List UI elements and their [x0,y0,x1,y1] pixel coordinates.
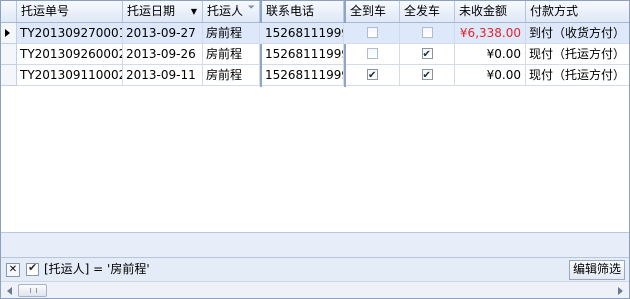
cell-all-arrived[interactable] [346,65,400,86]
cell-pay-method[interactable]: 现付（托运方付） [526,65,629,86]
scrollbar-thumb[interactable] [18,284,47,297]
scroll-right-arrow-icon[interactable] [618,287,623,295]
cell-pay-method[interactable]: 现付（托运方付） [526,44,629,65]
cell-all-dispatched[interactable] [400,44,455,65]
cell-ship-date[interactable]: 2013-09-26 [123,44,203,65]
column-label: 全发车 [404,4,441,18]
cell-shipper[interactable]: 房前程 [203,65,260,86]
cell-all-arrived[interactable] [346,44,400,65]
filter-expression[interactable]: [托运人] = '房前程' [44,258,150,281]
cell-order-no[interactable]: TY201309270001 [17,23,123,44]
cell-unpaid[interactable]: ¥0.00 [455,65,526,86]
column-label: 托运单号 [21,4,70,18]
all-arrived-checkbox[interactable] [367,27,378,38]
edit-filter-button[interactable]: 编辑筛选 [568,260,625,280]
column-label: 全到车 [350,4,387,18]
column-header-all-dispatched[interactable]: 全发车 [400,1,455,22]
column-header-phone[interactable]: 联系电话 [262,1,344,22]
grid-header: 托运单号 托运日期 ▼ 托运人 ⏷ 联系电话 全到车 全发车 未收金额 付款方式 [1,1,629,23]
column-header-order-no[interactable]: 托运单号 [17,1,123,22]
row-indicator[interactable] [1,44,17,65]
filter-panel: ✕ [托运人] = '房前程' 编辑筛选 [1,257,629,281]
cell-shipper[interactable]: 房前程 [203,44,260,65]
column-label: 付款方式 [530,4,579,18]
all-dispatched-checkbox[interactable] [421,66,433,85]
cell-phone[interactable]: 15268111999 [262,44,344,65]
column-label: 托运日期 [127,4,176,18]
filter-funnel-icon[interactable]: ⏷ [248,1,255,19]
all-arrived-checkbox[interactable] [367,66,378,85]
data-grid: 托运单号 托运日期 ▼ 托运人 ⏷ 联系电话 全到车 全发车 未收金额 付款方式 T… [0,0,630,299]
cell-all-arrived[interactable] [346,23,400,44]
column-label: 未收金额 [459,4,508,18]
table-row[interactable]: TY201309110002 2013-09-11 房前程 1526811199… [1,65,629,86]
table-row[interactable]: TY201309270001 2013-09-27 房前程 1526811199… [1,23,629,44]
row-indicator[interactable] [1,65,17,86]
table-row[interactable]: TY201309260002 2013-09-26 房前程 1526811199… [1,44,629,65]
cell-all-dispatched[interactable] [400,65,455,86]
grid-footer [1,232,629,257]
cell-shipper[interactable]: 房前程 [203,23,260,44]
column-header-all-arrived[interactable]: 全到车 [346,1,400,22]
all-arrived-checkbox[interactable] [367,48,378,59]
cell-all-dispatched[interactable] [400,23,455,44]
sort-descending-icon: ▼ [190,7,197,16]
column-header-pay-method[interactable]: 付款方式 [526,1,629,22]
column-label: 联系电话 [266,4,315,18]
filter-enabled-checkbox[interactable] [26,261,39,276]
cell-phone[interactable]: 15268111999 [262,65,344,86]
cell-order-no[interactable]: TY201309110002 [17,65,123,86]
row-indicator[interactable] [1,23,17,44]
cell-unpaid[interactable]: ¥6,338.00 [455,23,526,44]
column-label: 托运人 [207,4,244,18]
horizontal-scrollbar[interactable] [1,281,629,298]
all-dispatched-checkbox[interactable] [421,45,433,64]
column-header-ship-date[interactable]: 托运日期 ▼ [123,1,203,22]
cell-ship-date[interactable]: 2013-09-11 [123,65,203,86]
current-row-arrow-icon [5,29,10,37]
all-dispatched-checkbox[interactable] [421,27,433,38]
cell-unpaid[interactable]: ¥0.00 [455,44,526,65]
header-row-indicator [1,1,17,22]
column-header-unpaid[interactable]: 未收金额 [455,1,526,22]
cell-ship-date[interactable]: 2013-09-27 [123,23,203,44]
scroll-left-arrow-icon[interactable] [7,287,12,295]
close-filter-icon[interactable]: ✕ [6,263,20,277]
column-header-shipper[interactable]: 托运人 ⏷ [203,1,260,22]
cell-pay-method[interactable]: 到付（收货方付） [526,23,629,44]
cell-order-no[interactable]: TY201309260002 [17,44,123,65]
cell-phone[interactable]: 15268111999 [262,23,344,44]
